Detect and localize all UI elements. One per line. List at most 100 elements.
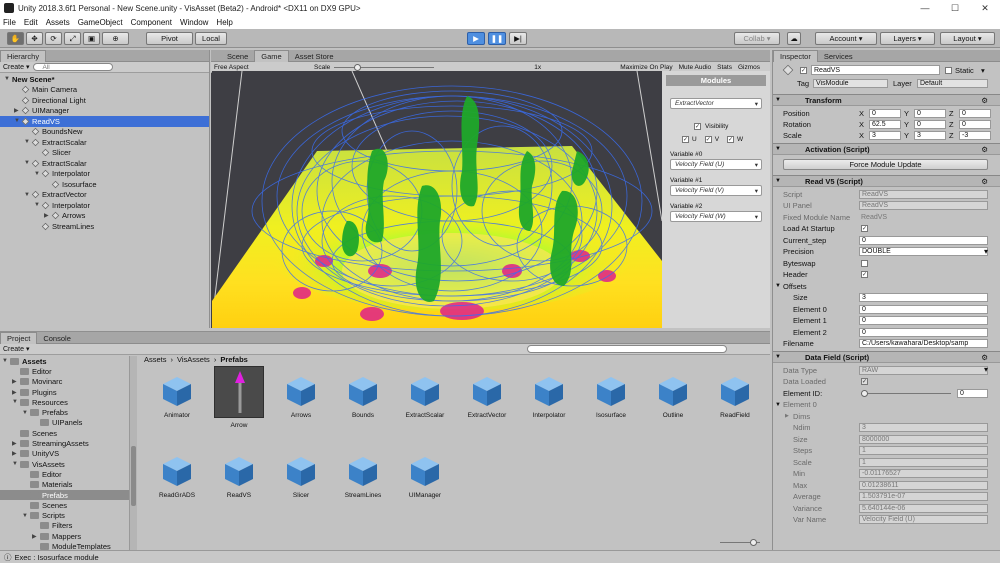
transform-z-input[interactable]: 0 [959, 108, 991, 118]
expand-arrow-icon[interactable]: ▶ [14, 107, 22, 114]
property-field[interactable]: DOUBLE [859, 247, 988, 256]
play-icon[interactable]: ▶ [467, 32, 485, 45]
folder-item[interactable]: Materials [0, 480, 129, 490]
asset-item[interactable]: Arrows [276, 374, 326, 419]
variable-select[interactable]: Velocity Field (W) [670, 211, 762, 222]
property-field[interactable]: 0 [859, 304, 988, 314]
expand-arrow-icon[interactable]: ▶ [44, 212, 52, 219]
variable-select[interactable]: Velocity Field (V) [670, 185, 762, 196]
element-id-slider[interactable] [861, 390, 951, 397]
hierarchy-item[interactable]: ▼ ExtractScalar [0, 137, 209, 148]
asset-item[interactable]: UIManager [400, 454, 450, 499]
expand-arrow-icon[interactable]: ▼ [22, 410, 30, 416]
tab-inspector[interactable]: Inspector [773, 50, 818, 62]
expand-arrow-icon[interactable]: ▼ [12, 399, 20, 405]
expand-arrow-icon[interactable]: ▼ [24, 192, 32, 198]
layers-dropdown[interactable]: Layers ▾ [880, 32, 935, 45]
checkbox[interactable]: ✓ [704, 136, 712, 143]
visibility-checkbox[interactable]: ✓ [694, 123, 701, 130]
tab-hierarchy[interactable]: Hierarchy [0, 50, 47, 62]
toggle-stats[interactable]: Stats [717, 64, 732, 71]
maximize-icon[interactable]: ☐ [940, 0, 970, 16]
pause-icon[interactable]: ❚❚ [488, 32, 506, 45]
foldout-arrow-icon[interactable]: ▶ [785, 413, 789, 419]
gear-icon[interactable]: ⚙ [981, 96, 988, 105]
asset-item[interactable]: Outline [648, 374, 698, 419]
component-header[interactable]: ▼ Transform ⚙ [773, 94, 1000, 106]
foldout-arrow-icon[interactable]: ▼ [775, 354, 781, 360]
menu-file[interactable]: File [3, 18, 16, 27]
transform-x-input[interactable]: 0 [869, 108, 901, 118]
breadcrumb-item[interactable]: Assets [144, 355, 167, 364]
component-header[interactable]: ▼ Activation (Script) ⚙ [773, 143, 1000, 155]
asset-item[interactable]: ExtractVector [462, 374, 512, 419]
folder-item[interactable]: Editor [0, 469, 129, 479]
hierarchy-item[interactable]: ▼ New Scene* [0, 74, 209, 85]
minimize-icon[interactable]: — [910, 0, 940, 16]
hierarchy-create-button[interactable]: Create [3, 64, 24, 71]
foldout-arrow-icon[interactable]: ▼ [775, 97, 781, 103]
property-checkbox[interactable] [861, 259, 868, 267]
foldout-arrow-icon[interactable]: ▼ [775, 402, 781, 408]
aspect-dropdown[interactable]: Free Aspect [214, 64, 274, 71]
asset-item[interactable]: Interpolator [524, 374, 574, 419]
folder-tree-scrollbar[interactable] [130, 356, 137, 550]
project-create-button[interactable]: Create [3, 346, 24, 353]
hierarchy-item[interactable]: Main Camera [0, 85, 209, 96]
hierarchy-item[interactable]: BoundsNew [0, 127, 209, 138]
tab-scene[interactable]: Scene [221, 50, 254, 62]
expand-arrow-icon[interactable]: ▼ [22, 513, 30, 519]
menu-edit[interactable]: Edit [24, 18, 38, 27]
hand-tool-icon[interactable]: ✋ [7, 32, 24, 45]
toggle-gizmos[interactable]: Gizmos [738, 64, 760, 71]
folder-item[interactable]: ▶ Movinarc [0, 377, 129, 387]
transform-z-input[interactable]: 0 [959, 119, 991, 129]
pivot-button[interactable]: Pivot [146, 32, 193, 45]
transform-y-input[interactable]: 0 [914, 119, 946, 129]
property-checkbox[interactable]: ✓ [861, 271, 868, 278]
gear-icon[interactable]: ⚙ [981, 145, 988, 154]
scale-slider[interactable] [334, 63, 435, 71]
menu-window[interactable]: Window [180, 18, 208, 27]
account-dropdown[interactable]: Account ▾ [815, 32, 877, 45]
hierarchy-search-input[interactable]: All [33, 63, 114, 71]
property-field[interactable]: 0 [859, 235, 988, 245]
expand-arrow-icon[interactable]: ▼ [34, 171, 42, 177]
expand-arrow-icon[interactable]: ▶ [12, 450, 20, 457]
component-header[interactable]: ▼ Data Field (Script) ⚙ [773, 351, 1000, 363]
folder-item[interactable]: ▼ VisAssets [0, 459, 129, 469]
property-checkbox[interactable]: ✓ [861, 225, 868, 232]
expand-arrow-icon[interactable]: ▶ [12, 389, 20, 396]
transform-y-input[interactable]: 3 [914, 130, 946, 140]
local-button[interactable]: Local [195, 32, 227, 45]
transform-tool-icon[interactable]: ⊕ [102, 32, 129, 45]
transform-x-input[interactable]: 3 [869, 130, 901, 140]
toggle-mute-audio[interactable]: Mute Audio [679, 64, 712, 71]
menu-component[interactable]: Component [131, 18, 172, 27]
folder-item[interactable]: ▼ Prefabs [0, 407, 129, 417]
property-checkbox[interactable]: ✓ [861, 378, 868, 385]
menu-assets[interactable]: Assets [46, 18, 70, 27]
folder-item[interactable]: Prefabs [0, 489, 129, 501]
expand-arrow-icon[interactable]: ▶ [12, 378, 20, 385]
folder-item[interactable]: UIPanels [0, 418, 129, 428]
menu-gameobject[interactable]: GameObject [78, 18, 123, 27]
static-dropdown-icon[interactable]: ▾ [981, 66, 985, 75]
object-name-input[interactable]: ReadVS [811, 65, 940, 75]
component-header[interactable]: ▼ Read V5 (Script) ⚙ [773, 175, 1000, 187]
game-view[interactable] [212, 71, 662, 328]
layer-dropdown[interactable]: Default [917, 78, 988, 88]
gear-icon[interactable]: ⚙ [981, 353, 988, 362]
hierarchy-item[interactable]: ▶ Arrows [0, 211, 209, 222]
asset-item[interactable]: Slicer [276, 454, 326, 499]
asset-item[interactable]: Animator [152, 374, 202, 419]
breadcrumb-item[interactable]: Prefabs [220, 355, 248, 364]
folder-item[interactable]: ▶ Plugins [0, 387, 129, 397]
property-field[interactable]: 0 [859, 316, 988, 325]
property-field[interactable]: 0 [859, 327, 988, 337]
expand-arrow-icon[interactable]: ▶ [12, 440, 20, 447]
step-icon[interactable]: ▶| [509, 32, 527, 45]
asset-item[interactable]: ReadGrADS [152, 454, 202, 499]
folder-item[interactable]: ▶ StreamingAssets [0, 438, 129, 448]
static-checkbox[interactable] [945, 66, 952, 74]
